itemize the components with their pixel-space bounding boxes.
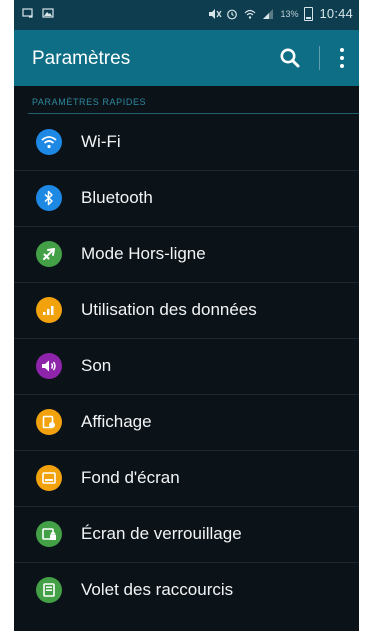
phone-screen: 13% 10:44 Paramètres PARAMÈTRES RAPIDES … [14, 0, 359, 631]
battery-percent: 13% [280, 8, 299, 19]
settings-item-label: Volet des raccourcis [81, 580, 234, 599]
airplane-icon [36, 241, 62, 267]
settings-item-label: Affichage [81, 412, 152, 431]
data-usage-icon [36, 297, 62, 323]
section-header: PARAMÈTRES RAPIDES [32, 97, 147, 107]
speaker-icon [36, 353, 62, 379]
bluetooth-icon [36, 185, 62, 211]
settings-item-lock-screen[interactable]: Écran de verrouillage [14, 507, 359, 563]
display-icon [36, 409, 62, 435]
settings-item-wallpaper[interactable]: Fond d'écran [14, 451, 359, 507]
search-icon[interactable] [278, 46, 302, 70]
settings-item-wifi[interactable]: Wi-Fi [14, 115, 359, 171]
settings-item-label: Bluetooth [81, 188, 153, 207]
notification-panel-icon [36, 577, 62, 603]
settings-item-label: Utilisation des données [81, 300, 257, 319]
mute-icon [208, 8, 222, 20]
settings-item-label: Écran de verrouillage [81, 524, 242, 543]
settings-item-notification-panel[interactable]: Volet des raccourcis [14, 563, 359, 618]
settings-item-label: Fond d'écran [81, 468, 180, 487]
status-bar-left [22, 7, 54, 19]
wifi-icon [36, 129, 62, 155]
settings-item-airplane-mode[interactable]: Mode Hors-ligne [14, 227, 359, 283]
settings-list: Wi-Fi Bluetooth Mode Hors-ligne Utilisat… [14, 115, 359, 618]
alarm-icon [226, 8, 238, 20]
settings-item-label: Son [81, 356, 112, 375]
wifi-signal-icon [244, 8, 256, 20]
settings-item-data-usage[interactable]: Utilisation des données [14, 283, 359, 339]
clock: 10:44 [319, 6, 353, 21]
wallpaper-icon [36, 465, 62, 491]
more-options-icon[interactable] [334, 44, 350, 72]
battery-icon [304, 6, 314, 21]
settings-item-label: Wi-Fi [81, 132, 121, 151]
app-bar-divider [319, 46, 320, 70]
page-title: Paramètres [32, 48, 131, 69]
gallery-icon [42, 7, 54, 19]
cell-signal-icon [262, 8, 274, 20]
settings-item-bluetooth[interactable]: Bluetooth [14, 171, 359, 227]
lock-screen-icon [36, 521, 62, 547]
settings-item-label: Mode Hors-ligne [81, 244, 206, 263]
settings-item-display[interactable]: Affichage [14, 395, 359, 451]
settings-item-sound[interactable]: Son [14, 339, 359, 395]
screen-mirroring-icon [22, 7, 34, 19]
app-bar: Paramètres [14, 30, 359, 86]
section-divider [28, 113, 359, 114]
status-bar: 13% 10:44 [14, 0, 359, 30]
status-bar-right: 13% 10:44 [208, 6, 353, 21]
